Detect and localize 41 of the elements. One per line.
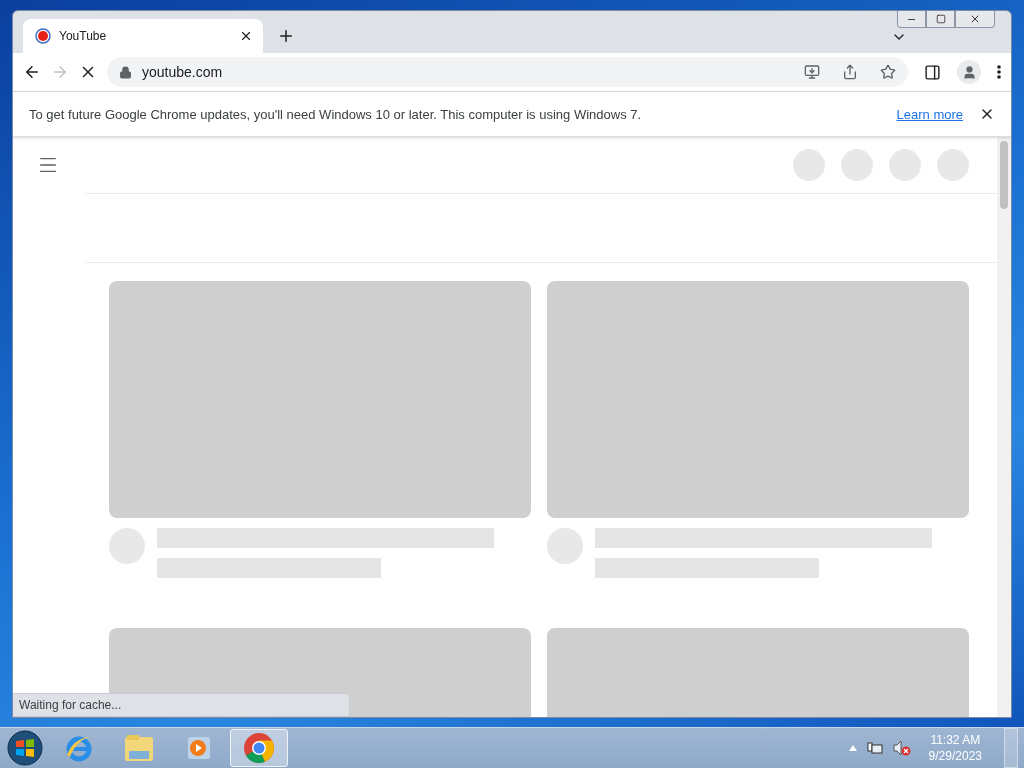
muted-speaker-icon[interactable]: [892, 740, 911, 756]
menu-button[interactable]: [997, 65, 1001, 79]
clock-date: 9/29/2023: [928, 748, 982, 764]
new-tab-button[interactable]: [277, 27, 295, 45]
monitor-download-icon: [804, 64, 820, 80]
arrow-right-icon: [51, 63, 69, 81]
restore-button[interactable]: [926, 11, 955, 28]
plus-icon: [277, 27, 295, 45]
lock-icon: [119, 65, 132, 79]
infobar-message: To get future Google Chrome updates, you'll need Windows 10 or later. This computer is using Windows 7.: [29, 106, 643, 122]
start-button[interactable]: [7, 730, 43, 766]
scrollbar-thumb[interactable]: [1000, 141, 1008, 209]
play-icon: [185, 734, 213, 762]
tab-close-button[interactable]: [239, 29, 253, 43]
share-icon: [842, 64, 858, 80]
profile-button[interactable]: [957, 60, 981, 84]
network-icon[interactable]: [866, 740, 883, 756]
back-button[interactable]: [23, 63, 41, 81]
side-panel-button[interactable]: [924, 63, 941, 81]
more-vertical-icon: [997, 65, 1001, 79]
url-text: youtube.com: [142, 64, 224, 80]
star-icon: [880, 64, 896, 80]
tab-title: YouTube: [59, 29, 108, 43]
status-bubble: Waiting for cache...: [13, 693, 350, 717]
youtube-favicon-icon: [35, 28, 51, 44]
chrome-logo-icon: [243, 732, 275, 764]
address-bar[interactable]: youtube.com: [107, 57, 908, 87]
person-icon: [961, 64, 977, 80]
browser-tab[interactable]: YouTube: [23, 19, 263, 53]
restore-icon: [935, 14, 946, 24]
close-icon: [969, 13, 981, 25]
share-button[interactable]: [842, 64, 858, 80]
close-icon: [239, 29, 253, 43]
scrollbar[interactable]: [997, 137, 1011, 717]
side-panel-icon: [924, 63, 941, 81]
taskbar-app[interactable]: [230, 729, 288, 767]
learn-more-link[interactable]: Learn more: [896, 106, 963, 122]
install-app-button[interactable]: [804, 64, 820, 80]
clock-time: 11:32 AM: [930, 732, 981, 748]
folder-icon: [123, 733, 155, 763]
bookmark-star-button[interactable]: [880, 64, 896, 80]
